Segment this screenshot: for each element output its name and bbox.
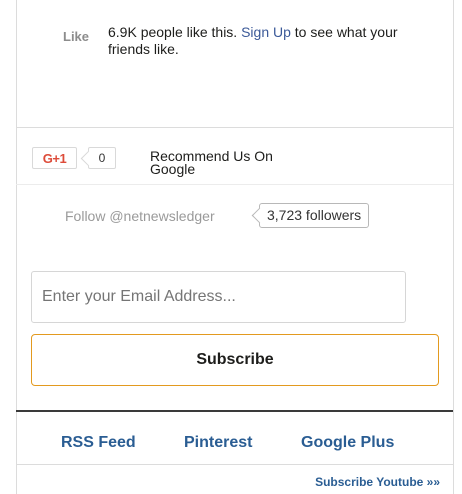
google-plus-recommend-text: Recommend Us On Google xyxy=(150,148,273,177)
twitter-followers-count[interactable]: 3,723 followers xyxy=(259,203,370,228)
pinterest-link[interactable]: Pinterest xyxy=(184,434,252,452)
facebook-like-count: 6.9K people like this. xyxy=(108,24,238,40)
google-plus-count: 0 xyxy=(88,147,116,169)
twitter-follow-row: Follow @netnewsledger 3,723 followers xyxy=(16,185,453,247)
google-plus-icon: G+1 xyxy=(42,150,67,166)
google-plus-link[interactable]: Google Plus xyxy=(301,434,394,452)
facebook-like-box: Like 6.9K people like this. Sign Up to s… xyxy=(16,0,453,128)
rss-feed-link[interactable]: RSS Feed xyxy=(61,434,136,452)
links-divider xyxy=(16,464,453,465)
google-plus-one-button[interactable]: G+1 xyxy=(32,147,77,169)
facebook-signup-link[interactable]: Sign Up xyxy=(241,24,291,40)
social-links: RSS Feed Pinterest Google Plus xyxy=(16,412,453,464)
twitter-follow-button[interactable]: Follow @netnewsledger xyxy=(65,208,215,224)
google-plus-row: G+1 0 Recommend Us On Google xyxy=(16,128,453,185)
facebook-like-text: 6.9K people like this. Sign Up to see wh… xyxy=(108,24,438,58)
email-field[interactable] xyxy=(31,271,406,323)
subscribe-button[interactable]: Subscribe xyxy=(31,334,439,386)
subscribe-youtube-link[interactable]: Subscribe Youtube »» xyxy=(315,475,440,489)
facebook-like-button[interactable]: Like xyxy=(63,29,89,44)
right-border xyxy=(453,0,454,494)
